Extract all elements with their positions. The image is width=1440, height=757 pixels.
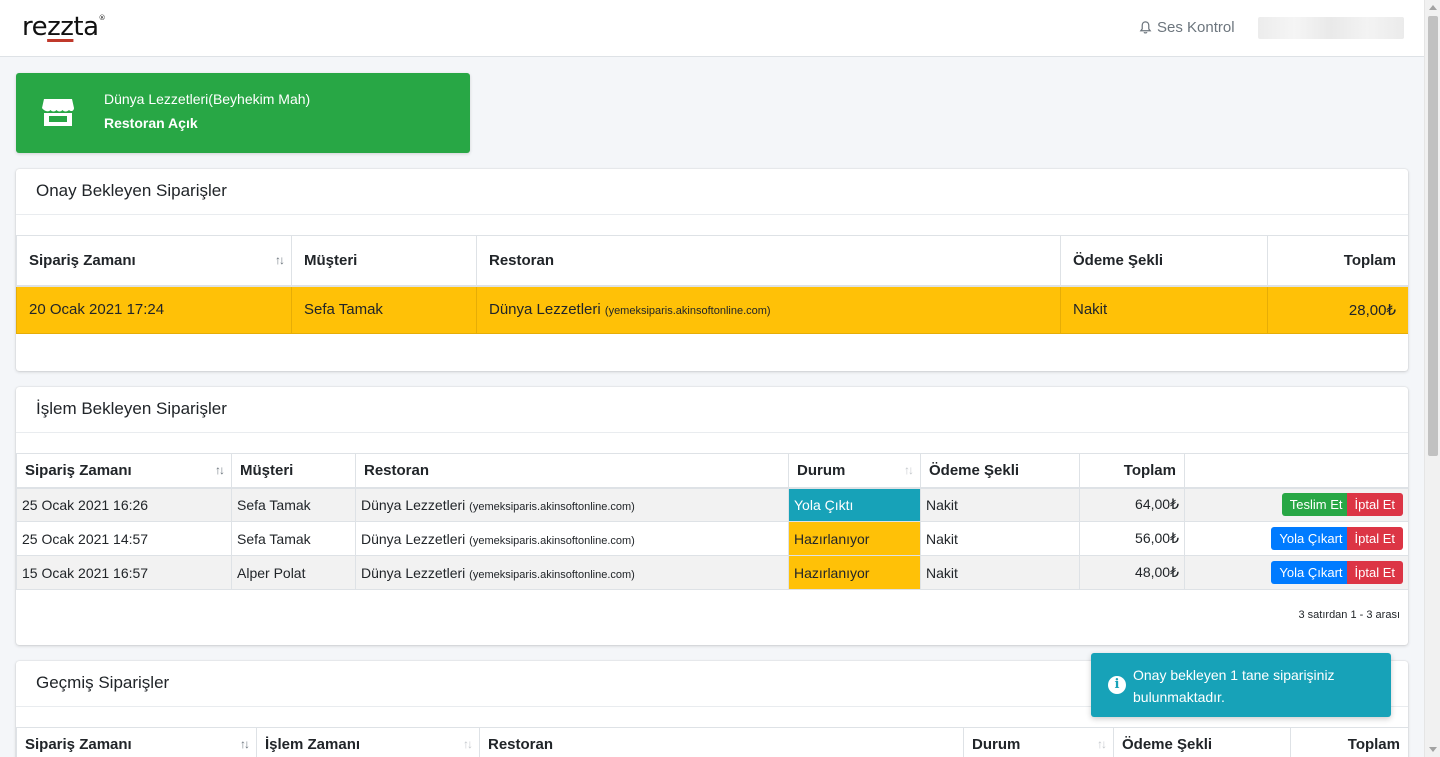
status-badge: Hazırlanıyor	[788, 555, 921, 590]
restaurant-cell: Dünya Lezzetleri (yemeksiparis.akinsofto…	[476, 285, 1061, 334]
restaurant-state: Restoran Açık	[104, 115, 198, 131]
column-order-time[interactable]: Sipariş Zamanı ↑↓	[16, 453, 232, 489]
sort-icon[interactable]: ↑↓	[1097, 737, 1107, 751]
toast-notification[interactable]: i Onay bekleyen 1 tane siparişiniz bulun…	[1091, 653, 1391, 717]
order-total: 56,00₺	[1079, 521, 1185, 556]
user-menu[interactable]	[1258, 17, 1404, 39]
pending-approval-card: Onay Bekleyen Siparişler Sipariş Zamanı ↑…	[16, 169, 1408, 371]
column-restaurant[interactable]: Restoran	[476, 235, 1061, 287]
row-actions: Yola Çıkart İptal Et	[1184, 555, 1408, 590]
deliver-button[interactable]: Teslim Et	[1281, 493, 1351, 517]
column-order-time[interactable]: Sipariş Zamanı ↑↓	[16, 727, 257, 757]
status-badge: Yola Çıktı	[788, 487, 921, 522]
pending-processing-title: İşlem Bekleyen Siparişler	[16, 387, 1408, 433]
sound-control-label: Ses Kontrol	[1157, 19, 1235, 36]
cancel-button[interactable]: İptal Et	[1346, 493, 1403, 517]
column-total[interactable]: Toplam	[1267, 235, 1408, 287]
table-info-text: 3 satırdan 1 - 3 arası	[1298, 609, 1401, 621]
toast-message: Onay bekleyen 1 tane siparişiniz bulunma…	[1133, 667, 1335, 705]
cancel-button[interactable]: İptal Et	[1346, 527, 1403, 550]
customer-name: Sefa Tamak	[231, 487, 356, 522]
column-restaurant[interactable]: Restoran	[355, 453, 789, 489]
bell-icon	[1139, 21, 1152, 34]
sort-desc-icon[interactable]: ↑↓	[275, 253, 285, 267]
restaurant-cell: Dünya Lezzetleri (yemeksiparis.akinsofto…	[355, 487, 789, 522]
payment-method: Nakit	[920, 487, 1080, 522]
pending-processing-table: Sipariş Zamanı ↑↓ Müşteri Restoran Durum ↑…	[16, 453, 1408, 590]
pending-approval-title: Onay Bekleyen Siparişler	[16, 169, 1408, 215]
column-total[interactable]: Toplam	[1079, 453, 1185, 489]
pending-processing-card: İşlem Bekleyen Siparişler Sipariş Zamanı…	[16, 387, 1408, 645]
cancel-button[interactable]: İptal Et	[1346, 561, 1403, 584]
table-row[interactable]: 15 Ocak 2021 16:57 Alper Polat Dünya Lez…	[16, 555, 1408, 590]
scroll-down-arrow-icon[interactable]	[1429, 747, 1437, 752]
store-icon	[42, 99, 74, 126]
payment-method: Nakit	[920, 521, 1080, 556]
sound-control-link[interactable]: Ses Kontrol	[1138, 19, 1235, 36]
customer-name: Alper Polat	[231, 555, 356, 590]
sort-desc-icon[interactable]: ↑↓	[240, 737, 250, 751]
pending-approval-table: Sipariş Zamanı ↑↓ Müşteri Restoran Ödeme …	[16, 235, 1408, 334]
restaurant-cell: Dünya Lezzetleri (yemeksiparis.akinsofto…	[355, 555, 789, 590]
rezzta-logo[interactable]: rezzta®	[22, 12, 106, 42]
column-order-time[interactable]: Sipariş Zamanı ↑↓	[16, 235, 292, 287]
column-payment[interactable]: Ödeme Şekli	[1113, 727, 1291, 757]
column-total[interactable]: Toplam	[1290, 727, 1408, 757]
table-row[interactable]: 20 Ocak 2021 17:24 Sefa Tamak Dünya Lezz…	[16, 285, 1408, 334]
column-process-time[interactable]: İşlem Zamanı ↑↓	[256, 727, 480, 757]
past-orders-table: Sipariş Zamanı ↑↓ İşlem Zamanı ↑↓ Restoran…	[16, 727, 1408, 757]
info-icon: i	[1108, 676, 1126, 694]
column-customer[interactable]: Müşteri	[231, 453, 356, 489]
top-navbar: rezzta® Ses Kontrol	[0, 0, 1424, 57]
order-time: 20 Ocak 2021 17:24	[16, 285, 292, 334]
payment-method: Nakit	[1060, 285, 1268, 334]
column-payment[interactable]: Ödeme Şekli	[1060, 235, 1268, 287]
order-time: 25 Ocak 2021 16:26	[16, 487, 232, 522]
order-total: 48,00₺	[1079, 555, 1185, 590]
column-actions	[1184, 453, 1408, 489]
sort-icon[interactable]: ↑↓	[463, 737, 473, 751]
page-scrollbar[interactable]	[1424, 0, 1440, 757]
column-restaurant[interactable]: Restoran	[479, 727, 964, 757]
row-actions: Yola Çıkart İptal Et	[1184, 521, 1408, 556]
dispatch-button[interactable]: Yola Çıkart	[1271, 561, 1351, 584]
column-status[interactable]: Durum ↑↓	[788, 453, 921, 489]
scrollbar-thumb[interactable]	[1428, 16, 1438, 456]
payment-method: Nakit	[920, 555, 1080, 590]
order-time: 15 Ocak 2021 16:57	[16, 555, 232, 590]
sort-icon[interactable]: ↑↓	[904, 463, 914, 477]
customer-name: Sefa Tamak	[231, 521, 356, 556]
restaurant-status-box[interactable]: Dünya Lezzetleri(Beyhekim Mah) Restoran …	[16, 73, 470, 153]
column-payment[interactable]: Ödeme Şekli	[920, 453, 1080, 489]
row-actions: Teslim Et İptal Et	[1184, 487, 1408, 522]
status-badge: Hazırlanıyor	[788, 521, 921, 556]
scroll-up-arrow-icon[interactable]	[1429, 5, 1437, 10]
sort-desc-icon[interactable]: ↑↓	[215, 463, 225, 477]
dispatch-button[interactable]: Yola Çıkart	[1271, 527, 1351, 550]
order-total: 64,00₺	[1079, 487, 1185, 522]
table-row[interactable]: 25 Ocak 2021 16:26 Sefa Tamak Dünya Lezz…	[16, 487, 1408, 522]
customer-name: Sefa Tamak	[291, 285, 477, 334]
column-status[interactable]: Durum ↑↓	[963, 727, 1114, 757]
column-customer[interactable]: Müşteri	[291, 235, 477, 287]
order-time: 25 Ocak 2021 14:57	[16, 521, 232, 556]
order-total: 28,00₺	[1267, 285, 1408, 334]
restaurant-cell: Dünya Lezzetleri (yemeksiparis.akinsofto…	[355, 521, 789, 556]
restaurant-name: Dünya Lezzetleri(Beyhekim Mah)	[104, 91, 311, 107]
table-row[interactable]: 25 Ocak 2021 14:57 Sefa Tamak Dünya Lezz…	[16, 521, 1408, 556]
